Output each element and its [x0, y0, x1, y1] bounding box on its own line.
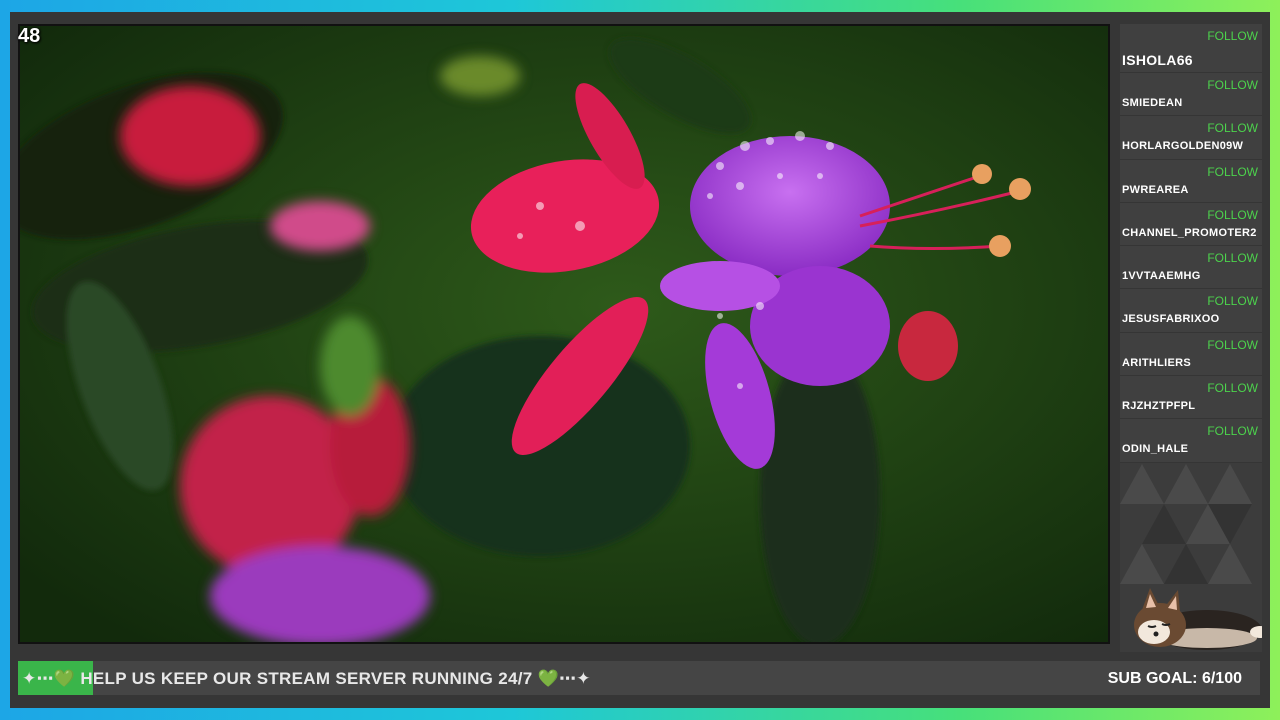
list-item: FOLLOW CHANNEL_PROMOTER2 [1120, 202, 1262, 247]
flower-video-frame [20, 26, 1108, 642]
follower-name: ARITHLIERS [1122, 356, 1191, 369]
follow-label: FOLLOW [1207, 251, 1258, 266]
list-item: FOLLOW 1VVTAAEMHG [1120, 246, 1262, 290]
list-item: FOLLOW PWREAREA [1120, 159, 1262, 203]
list-item: FOLLOW RJZHZTPFPL [1120, 376, 1262, 420]
list-item: FOLLOW SMIEDEAN [1120, 73, 1262, 117]
donation-ticker: ✦⋯💚 HELP US KEEP OUR STREAM SERVER RUNNI… [18, 661, 1260, 695]
follow-label: FOLLOW [1207, 207, 1258, 222]
follower-name: ODIN_HALE [1122, 443, 1189, 456]
follow-label: FOLLOW [1207, 121, 1258, 136]
follower-name: ISHOLA66 [1122, 52, 1193, 68]
follow-label: FOLLOW [1207, 381, 1258, 396]
sub-goal-counter: SUB GOAL: 6/100 [1107, 670, 1242, 687]
follow-label: FOLLOW [1207, 294, 1258, 309]
list-item: FOLLOW ODIN_HALE [1120, 419, 1262, 463]
follower-name: 1VVTAAEMHG [1122, 270, 1201, 283]
video-player[interactable] [18, 24, 1110, 644]
recent-followers-panel: FOLLOW ISHOLA66 FOLLOW SMIEDEAN FOLLOW H… [1120, 24, 1262, 652]
viewer-count: 48 [18, 25, 41, 47]
list-item: FOLLOW ISHOLA66 [1120, 24, 1262, 73]
follow-label: FOLLOW [1207, 29, 1258, 43]
sleeping-corgi-icon [1134, 588, 1262, 650]
follow-label: FOLLOW [1207, 78, 1258, 92]
follow-label: FOLLOW [1207, 337, 1258, 352]
follow-label: FOLLOW [1207, 424, 1258, 439]
follower-name: RJZHZTPFPL [1122, 400, 1196, 413]
follower-name: HORLARGOLDEN09W [1122, 140, 1244, 153]
follower-name: CHANNEL_PROMOTER2 [1122, 226, 1257, 239]
follower-name: JESUSFABRIXOO [1122, 313, 1220, 326]
follow-label: FOLLOW [1207, 164, 1258, 179]
follower-name: SMIEDEAN [1122, 97, 1183, 109]
list-item: FOLLOW JESUSFABRIXOO [1120, 289, 1262, 333]
follower-name: PWREAREA [1122, 183, 1189, 196]
ticker-message: ✦⋯💚 HELP US KEEP OUR STREAM SERVER RUNNI… [22, 669, 591, 688]
list-item: FOLLOW HORLARGOLDEN09W [1120, 116, 1262, 160]
list-item: FOLLOW ARITHLIERS [1120, 332, 1262, 377]
follower-list: FOLLOW ISHOLA66 FOLLOW SMIEDEAN FOLLOW H… [1120, 24, 1262, 463]
